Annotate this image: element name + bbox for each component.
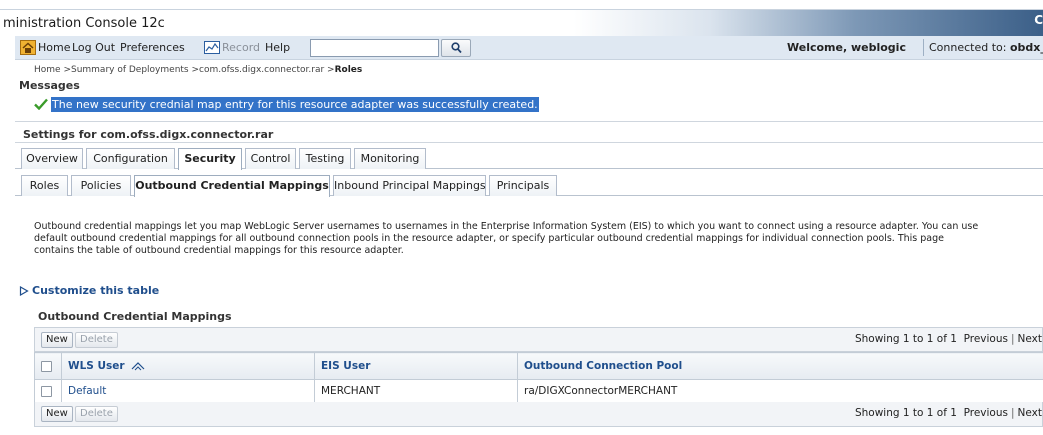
- breadcrumb-current: Roles: [334, 65, 363, 75]
- tab-control[interactable]: Control: [245, 148, 296, 169]
- description-line: Outbound credential mappings let you map…: [34, 221, 979, 232]
- breadcrumb-separator: >: [324, 65, 335, 75]
- new-button[interactable]: New: [41, 332, 73, 348]
- divider: [15, 142, 1043, 143]
- console-title: ministration Console 12c: [3, 16, 165, 31]
- breadcrumb: Home >Summary of Deployments >com.ofss.d…: [34, 65, 362, 75]
- select-all-cell: [34, 352, 62, 380]
- subtab-principals[interactable]: Principals: [489, 175, 557, 196]
- delete-button[interactable]: Delete: [75, 332, 118, 348]
- toolbar-separator: [923, 39, 924, 56]
- page-description: Outbound credential mappings let you map…: [34, 221, 1043, 257]
- sort-ascending-icon[interactable]: [131, 361, 145, 371]
- tab-configuration[interactable]: Configuration: [86, 148, 175, 169]
- table-caption: Outbound Credential Mappings: [38, 310, 232, 323]
- preferences-link[interactable]: Preferences: [120, 41, 185, 54]
- wls-user-link[interactable]: Default: [68, 385, 106, 397]
- tab-security[interactable]: Security: [178, 148, 242, 170]
- connected-domain: obdx_xa: [1009, 41, 1043, 54]
- console-title-bar: ministration Console 12c C: [0, 9, 1043, 36]
- column-header-wls-user[interactable]: WLS User: [61, 352, 315, 380]
- table-row: Default MERCHANT ra/DIGXConnectorMERCHAN…: [34, 379, 1043, 403]
- search-input[interactable]: [310, 39, 439, 57]
- row-checkbox[interactable]: [41, 385, 52, 397]
- showing-count: Showing 1 to 1 of 1: [854, 407, 957, 419]
- subtab-roles[interactable]: Roles: [21, 175, 68, 196]
- wls-user-cell: Default: [61, 379, 315, 403]
- customize-table-link[interactable]: Customize this table: [32, 284, 159, 297]
- paging-separator: |: [1010, 407, 1015, 419]
- tab-monitoring[interactable]: Monitoring: [354, 148, 426, 169]
- connection-info: Connected to: obdx_xa: [929, 41, 1043, 54]
- security-subtabs: Roles Policies Outbound Credential Mappi…: [15, 173, 1043, 197]
- welcome-text: Welcome, weblogic: [787, 41, 906, 54]
- breadcrumb-adapter[interactable]: com.ofss.digx.connector.rar: [199, 65, 324, 75]
- connection-pool-cell: ra/DIGXConnectorMERCHANT: [517, 379, 1043, 403]
- previous-link[interactable]: Previous: [964, 407, 1008, 419]
- search-button[interactable]: [441, 39, 471, 57]
- paging-separator: |: [1010, 333, 1015, 345]
- home-link[interactable]: Home: [38, 41, 70, 54]
- credential-mappings-table: WLS User EIS User Outbound Connection Po…: [34, 352, 1043, 403]
- success-message-text: The new security crednial map entry for …: [51, 97, 539, 112]
- tab-testing[interactable]: Testing: [299, 148, 351, 169]
- top-toolbar: Home Log Out Preferences Record Help Wel…: [15, 36, 1043, 60]
- breadcrumb-separator: >: [188, 65, 200, 75]
- search-icon: [451, 42, 462, 54]
- previous-link[interactable]: Previous: [964, 333, 1008, 345]
- divider: [15, 121, 1043, 122]
- help-link[interactable]: Help: [265, 41, 290, 54]
- table-toolbar-top: New Delete Showing 1 to 1 of 1 Previous |…: [34, 327, 1043, 352]
- showing-count: Showing 1 to 1 of 1: [854, 333, 957, 345]
- paging-info: Showing 1 to 1 of 1 Previous | Next: [855, 333, 1042, 345]
- title-corner-text: C: [1034, 13, 1043, 27]
- breadcrumb-separator: >: [60, 65, 71, 75]
- settings-title: Settings for com.ofss.digx.connector.rar: [23, 128, 274, 141]
- expand-triangle-icon: [19, 286, 29, 296]
- eis-user-cell: MERCHANT: [314, 379, 518, 403]
- delete-button[interactable]: Delete: [75, 406, 118, 422]
- row-select-cell: [34, 379, 62, 403]
- subtab-policies[interactable]: Policies: [71, 175, 131, 196]
- tab-overview[interactable]: Overview: [21, 148, 83, 169]
- description-line: contains the table of outbound credentia…: [34, 245, 404, 256]
- table-toolbar-bottom: New Delete Showing 1 to 1 of 1 Previous |…: [34, 402, 1043, 427]
- select-all-checkbox[interactable]: [41, 360, 52, 372]
- subtab-outbound-credential-mappings[interactable]: Outbound Credential Mappings: [134, 175, 330, 197]
- breadcrumb-deployments[interactable]: Summary of Deployments: [71, 65, 189, 75]
- window-top-edge: [0, 0, 1043, 9]
- new-button[interactable]: New: [41, 406, 73, 422]
- paging-info: Showing 1 to 1 of 1 Previous | Next: [855, 407, 1042, 419]
- connected-label: Connected to:: [929, 41, 1007, 54]
- record-icon[interactable]: [204, 41, 220, 54]
- description-line: default outbound credential mappings for…: [34, 233, 944, 244]
- subtab-inbound-principal-mappings[interactable]: Inbound Principal Mappings: [333, 175, 486, 196]
- logout-link[interactable]: Log Out: [72, 41, 115, 54]
- next-link[interactable]: Next: [1018, 333, 1042, 345]
- messages-heading: Messages: [19, 79, 80, 92]
- breadcrumb-home[interactable]: Home: [34, 65, 61, 75]
- column-header-eis-user[interactable]: EIS User: [314, 352, 518, 380]
- main-tabs: Overview Configuration Security Control …: [15, 145, 1043, 170]
- check-icon: [34, 98, 48, 110]
- next-link[interactable]: Next: [1018, 407, 1042, 419]
- table-header-row: WLS User EIS User Outbound Connection Po…: [34, 352, 1043, 380]
- record-link[interactable]: Record: [222, 41, 260, 54]
- column-header-outbound-connection-pool[interactable]: Outbound Connection Pool: [517, 352, 1043, 380]
- home-icon[interactable]: [20, 40, 36, 55]
